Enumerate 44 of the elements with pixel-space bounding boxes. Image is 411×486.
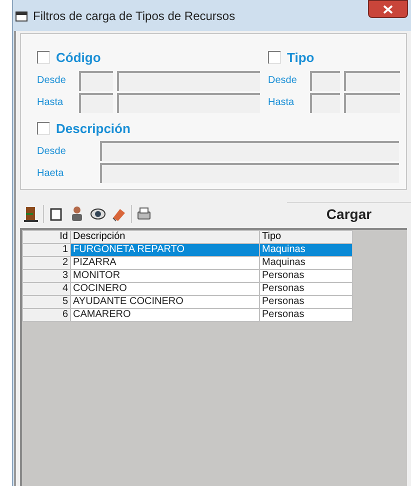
checkbox[interactable] xyxy=(37,122,50,135)
table-cell: 1 xyxy=(22,244,70,256)
column-header[interactable]: Descripción xyxy=(70,230,260,244)
field-label: Haeta xyxy=(37,166,65,180)
table-cell: 4 xyxy=(22,282,70,296)
checkbox[interactable] xyxy=(268,51,281,64)
column-header[interactable]: Id xyxy=(22,230,70,244)
filter-label: Código xyxy=(56,49,101,67)
table-cell: 6 xyxy=(22,308,70,322)
table-row[interactable]: 5 AYUDANTE COCINERO Personas xyxy=(22,296,352,308)
table-cell: CAMARERO xyxy=(70,308,260,322)
close-button[interactable] xyxy=(368,0,408,18)
table-row[interactable]: 3 MONITOR Personas xyxy=(22,270,352,282)
filter-label: Descripción xyxy=(56,120,130,138)
field-label: Hasta xyxy=(37,96,64,110)
input-field[interactable] xyxy=(117,92,260,112)
table-row[interactable]: 2 PIZARRA Maquinas xyxy=(22,256,352,270)
input-field[interactable] xyxy=(100,141,399,161)
field-label: Desde xyxy=(37,74,67,88)
table-cell: Personas xyxy=(260,308,352,322)
field-label: Desde xyxy=(37,144,67,158)
field-label: Hasta xyxy=(268,96,296,110)
column-header[interactable]: Tipo xyxy=(260,230,352,244)
table-cell: 3 xyxy=(22,270,70,282)
checkbox[interactable] xyxy=(37,51,50,64)
window-icon xyxy=(15,10,28,22)
table-row[interactable]: 6 CAMARERO Personas xyxy=(22,308,352,322)
input-field[interactable] xyxy=(100,163,399,183)
table-row[interactable]: 1 FURGONETA REPARTO Maquinas xyxy=(22,244,352,256)
table-cell: 5 xyxy=(22,296,70,308)
field-label: Desde xyxy=(268,74,298,88)
input-field[interactable] xyxy=(310,92,340,112)
input-field[interactable] xyxy=(310,70,340,90)
window-title: Filtros de carga de Tipos de Recursos xyxy=(33,8,236,24)
input-field[interactable] xyxy=(79,92,113,112)
exit-door-icon[interactable] xyxy=(22,205,40,223)
input-field[interactable] xyxy=(79,70,113,90)
input-field[interactable] xyxy=(117,70,260,90)
table-cell: 2 xyxy=(22,256,70,270)
input-field[interactable] xyxy=(344,70,400,90)
close-icon xyxy=(383,4,393,14)
filter-label: Tipo xyxy=(287,49,314,67)
input-field[interactable] xyxy=(344,92,400,112)
table-row[interactable]: 4 COCINERO Personas xyxy=(22,282,352,296)
